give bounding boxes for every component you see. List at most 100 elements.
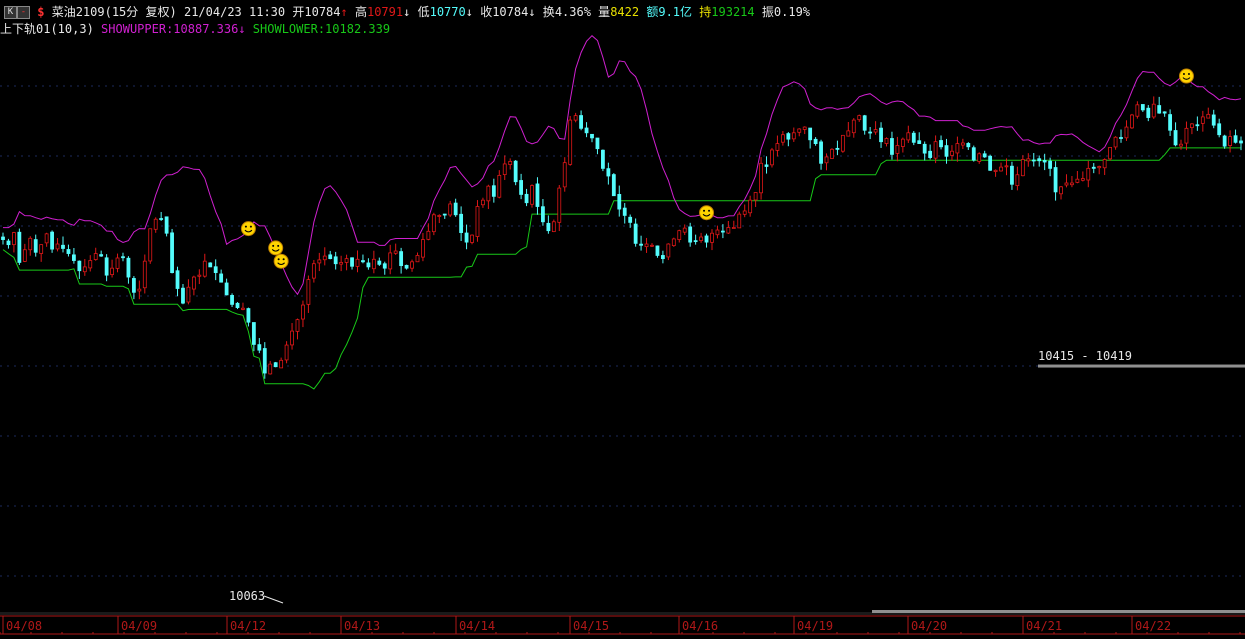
candle-down <box>175 270 180 289</box>
candle-down <box>704 235 709 243</box>
candle-down <box>519 180 524 195</box>
candle-down <box>1037 158 1042 162</box>
candle-up <box>426 230 431 240</box>
candle-up <box>88 260 93 269</box>
candle-down <box>459 213 464 233</box>
candle-down <box>966 143 971 148</box>
smiley-eye <box>703 209 706 212</box>
candle-down <box>628 216 633 223</box>
candle-up <box>44 233 49 244</box>
candle-down <box>982 153 987 158</box>
candle-down <box>1048 160 1053 169</box>
x-tick-label: 04/14 <box>459 619 495 633</box>
candle-up <box>290 330 294 346</box>
candle-down <box>786 133 791 140</box>
candle-down <box>879 127 883 143</box>
candle-up <box>671 238 676 247</box>
scroll-indicator <box>872 610 1245 613</box>
candle-up <box>1097 166 1102 169</box>
candle-up <box>355 258 360 267</box>
candle-up <box>153 218 158 230</box>
candle-up <box>475 206 480 237</box>
candle-down <box>655 245 660 256</box>
candle-up <box>993 169 998 172</box>
candle-up <box>900 138 905 147</box>
candle-up <box>137 288 142 292</box>
smiley-eye <box>1187 73 1190 76</box>
candle-down <box>1091 166 1096 169</box>
candle-up <box>830 148 834 159</box>
candle-down <box>693 240 698 243</box>
candle-down <box>541 206 545 223</box>
candle-up <box>28 237 33 251</box>
candle-down <box>944 145 949 157</box>
candle-up <box>726 227 731 234</box>
band-lines <box>2 35 1242 390</box>
candle-up <box>530 185 534 205</box>
candle-down <box>251 322 256 345</box>
candle-down <box>1010 165 1014 185</box>
candle-down <box>868 131 873 134</box>
candle-down <box>590 133 594 139</box>
candle-down <box>808 127 813 141</box>
candle-up <box>1102 159 1107 169</box>
smiley-eye <box>249 225 252 228</box>
candle-up <box>573 115 578 121</box>
x-tick-label: 04/19 <box>797 619 833 633</box>
smiley-eye <box>282 258 285 261</box>
candle-up <box>644 243 649 248</box>
candle-down <box>535 183 540 207</box>
candlestick-chart[interactable]: 1006310415 - 10419 04/08 04/09 04/12 04/13 0… <box>0 0 1245 639</box>
candle-down <box>126 257 131 278</box>
candle-down <box>361 260 365 263</box>
low-price-label: 10063 <box>229 589 265 603</box>
candle-up <box>1184 127 1189 144</box>
candle-up <box>933 141 938 159</box>
candle-down <box>77 260 82 272</box>
candle-up <box>873 129 878 133</box>
candle-down <box>922 143 927 154</box>
candle-up <box>448 203 453 216</box>
candle-down <box>611 174 616 197</box>
smiley-eye <box>277 258 280 261</box>
candle-down <box>99 254 104 257</box>
candle-up <box>753 192 758 201</box>
candle-down <box>939 140 943 148</box>
candle-down <box>121 256 125 259</box>
candle-up <box>791 132 796 140</box>
candle-up <box>431 214 436 233</box>
candle-down <box>971 147 976 161</box>
candle-down <box>333 256 338 265</box>
candle-down <box>404 264 409 269</box>
candle-down <box>524 193 529 204</box>
x-tick-label: 04/12 <box>230 619 266 633</box>
smiley-icon <box>699 205 715 221</box>
candle-down <box>1140 104 1145 111</box>
candle-down <box>164 216 169 234</box>
candle-up <box>1151 103 1156 118</box>
candle-up <box>410 261 414 269</box>
candle-down <box>262 348 267 374</box>
candle-up <box>284 344 289 361</box>
smiley-icon <box>240 221 256 237</box>
candle-up <box>115 257 120 269</box>
candle-down <box>1168 114 1173 131</box>
candle-up <box>1064 182 1069 186</box>
candle-up <box>759 162 763 194</box>
candle-down <box>584 127 589 134</box>
candle-up <box>93 253 98 260</box>
candle-up <box>393 250 398 254</box>
candle-up <box>82 266 87 273</box>
candle-down <box>928 150 933 158</box>
annotations: 10063 10415 - 10419 <box>229 349 1245 604</box>
candle-up <box>710 232 714 243</box>
candle-down <box>66 249 71 254</box>
candle-up <box>1113 136 1118 148</box>
candle-down <box>639 243 643 246</box>
candle-up <box>797 128 802 133</box>
candle-down <box>382 263 387 269</box>
candle-down <box>546 222 551 232</box>
smiley-face <box>273 253 289 269</box>
candle-up <box>311 263 316 279</box>
candle-down <box>61 244 65 249</box>
